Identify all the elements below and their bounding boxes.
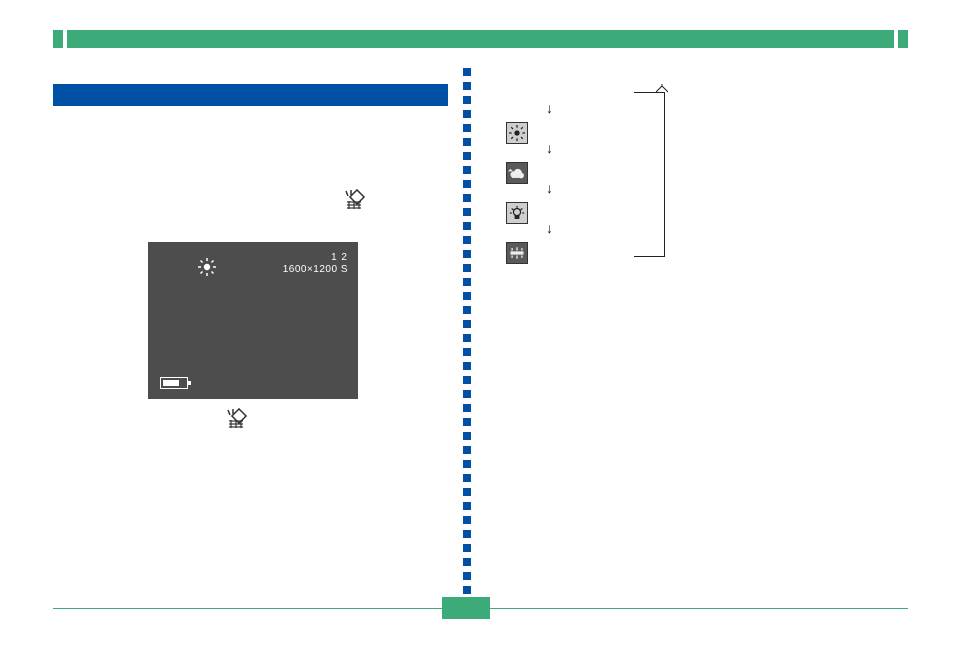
lcd-preview: 1 2 1600×1200 S <box>148 242 358 399</box>
cycle-bracket <box>634 92 665 257</box>
white-balance-button-icon <box>225 407 247 429</box>
shots-remaining: 1 2 <box>331 252 348 263</box>
battery-icon <box>160 377 190 389</box>
daylight-sun-icon <box>198 258 216 276</box>
down-arrow-icon: ↓ <box>546 220 553 236</box>
column-divider-dashed <box>460 68 474 598</box>
daylight-sun-icon <box>506 122 528 144</box>
header-bar-segment <box>67 30 894 48</box>
down-arrow-icon: ↓ <box>546 140 553 156</box>
mode-row-tungsten: ↓ <box>506 202 634 228</box>
section-heading-bar <box>53 84 448 106</box>
tungsten-bulb-icon <box>506 202 528 224</box>
page-header-bar <box>53 30 908 48</box>
cloudy-icon <box>506 162 528 184</box>
mode-row-fluorescent: ↓ <box>506 242 634 268</box>
resolution-label: 1600×1200 S <box>283 264 348 275</box>
page-number-tab <box>442 597 490 619</box>
down-arrow-icon: ↓ <box>546 180 553 196</box>
white-balance-button-icon <box>343 188 365 210</box>
mode-row-daylight: ↓ <box>506 122 634 148</box>
header-bar-segment <box>53 30 63 48</box>
mode-row-cloudy: ↓ <box>506 162 634 188</box>
fluorescent-icon <box>506 242 528 264</box>
white-balance-mode-cycle: ↓ ↓ <box>506 80 686 260</box>
header-bar-segment <box>898 30 908 48</box>
down-arrow-icon: ↓ <box>546 100 553 116</box>
